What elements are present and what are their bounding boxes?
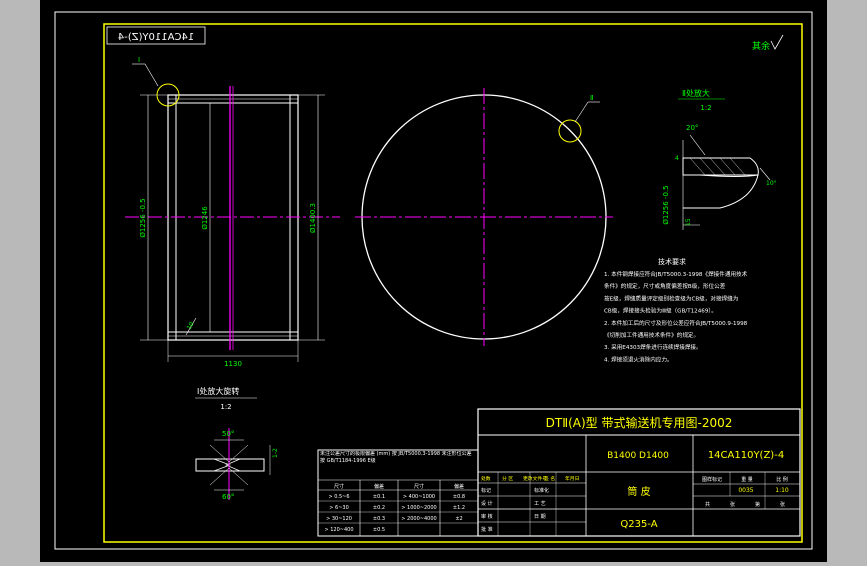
tol-header: 偏差: [454, 483, 464, 490]
tb-project: DTⅡ(A)型 带式输送机专用图-2002: [546, 415, 733, 430]
tb-row-label: 批 准: [481, 526, 493, 533]
detail1-angle-bottom: 60°: [222, 493, 234, 501]
mirror-number: 14CA110Y(Z)-4: [118, 32, 194, 43]
detail2-scale: 1:2: [700, 104, 711, 112]
finish-label: 其余: [752, 40, 770, 52]
tb-mid-label: 日 期: [534, 514, 546, 520]
detail1-scale: 1:2: [220, 403, 231, 411]
detail2-dia: Ø1256 -0.5: [662, 185, 670, 224]
detail2-dim-a: 15: [685, 218, 692, 226]
tol-cell: ±1.2: [453, 505, 465, 511]
tb-row-label: 审 核: [481, 513, 493, 520]
cad-viewport: 14CA110Y(Z)-4 其余 Ⅰ Ø1256 -0.5 Ø1246 Ø140…: [0, 0, 867, 562]
tol-cell: > 400~1000: [403, 494, 435, 500]
tb-weight: 0035: [738, 487, 753, 494]
tol-cell: ±0.5: [373, 527, 385, 533]
tech-line: CB级，焊接接头检验为Ⅲ级（GB/T12469）。: [604, 307, 717, 315]
tech-title: 技术要求: [658, 257, 686, 266]
detail1-side-mark: 1-2: [272, 448, 279, 458]
tol-cell: ±2: [455, 516, 462, 522]
tb-sheet-label: 张: [730, 501, 735, 508]
tb-right-header: 比 例: [776, 476, 788, 483]
tb-sheet-label: 第: [755, 501, 760, 508]
tech-line: 1. 本件钢焊接应符合JB/T5000.3-1998《焊接件通用技术: [604, 270, 748, 278]
tol-cell: ±0.1: [373, 494, 385, 500]
balloon-1: Ⅰ: [138, 56, 140, 64]
tb-mid-label: 工 艺: [534, 501, 546, 507]
tol-cell: > 30~120: [326, 516, 352, 522]
tol-cell: > 2000~4000: [401, 516, 436, 522]
tb-sheet-label: 共: [705, 501, 710, 508]
tol-cell: > 120~400: [324, 527, 353, 533]
tb-mid-label: 标准化: [534, 487, 549, 494]
detail2-title: Ⅱ处放大: [682, 88, 710, 98]
detail1-title: Ⅰ处放大旋转: [197, 386, 239, 396]
tol-cell: ±0.8: [453, 494, 465, 500]
tb-col-label: 处数: [481, 475, 491, 482]
tol-header: 偏差: [374, 483, 384, 490]
tb-col-label: 年月日: [565, 475, 579, 482]
tb-scale: 1:10: [775, 487, 789, 494]
tb-row-label: 标记: [481, 487, 491, 494]
tech-line: 4. 焊接须退火消除内应力。: [604, 355, 673, 363]
tb-spec: B1400 D1400: [607, 451, 669, 461]
tol-header: 尺寸: [334, 483, 344, 490]
tb-material: Q235-A: [620, 519, 657, 530]
balloon-2: Ⅱ: [590, 94, 593, 102]
dim-dia-outer-left: Ø1256 -0.5: [139, 198, 147, 237]
tol-cell: > 1000~2000: [401, 505, 436, 511]
tech-line: 按E级，焊缝质量评定级别检查级为CB级，对接焊缝为: [604, 294, 739, 302]
detail2-angle-small: 10°: [766, 180, 777, 187]
tb-sheet-label: 张: [780, 501, 785, 508]
detail2-angle: 20°: [686, 124, 698, 132]
tb-right-header: 图样标记: [702, 476, 722, 483]
tol-cell: > 6~30: [329, 505, 349, 511]
tb-right-header: 重 量: [741, 476, 753, 483]
drawing-canvas: 14CA110Y(Z)-4 其余 Ⅰ Ø1256 -0.5 Ø1246 Ø140…: [40, 0, 827, 562]
tb-col-label: 分 区: [502, 475, 513, 482]
detail1-angle-top: 50°: [222, 430, 234, 438]
dim-dia-inner-left: Ø1246: [201, 206, 209, 230]
tech-line: 3. 采用E4303焊条进行连续焊接焊接。: [604, 343, 702, 351]
detail2-dim-b: 4: [675, 155, 679, 162]
tol-cell: ±0.2: [373, 505, 385, 511]
dim-dia-right: Ø1400.3: [309, 203, 317, 233]
tolerance-note: 未注公差尺寸的极限偏差 (mm) 按 JB/T5000.3-1998 未注形位公…: [320, 451, 472, 464]
tb-part-name: 筒 皮: [627, 485, 650, 498]
tech-line: 条件》的规定，尺寸或角度偏差按B级，形位公差: [604, 282, 726, 290]
tb-drawing-no: 14CA110Y(Z)-4: [708, 450, 784, 461]
tb-col-label: 签 名: [544, 475, 555, 482]
tb-row-label: 设 计: [481, 500, 493, 507]
tech-line: 《切削加工件通用技术条件》的规定。: [604, 331, 699, 339]
tol-cell: > 0.5~6: [328, 494, 349, 500]
tech-line: 2. 本件加工后的尺寸及形位公差应符合JB/T5000.9-1998: [604, 319, 748, 327]
dim-length: 1130: [224, 360, 242, 368]
tol-header: 尺寸: [414, 483, 424, 490]
tol-cell: ±0.3: [373, 516, 385, 522]
